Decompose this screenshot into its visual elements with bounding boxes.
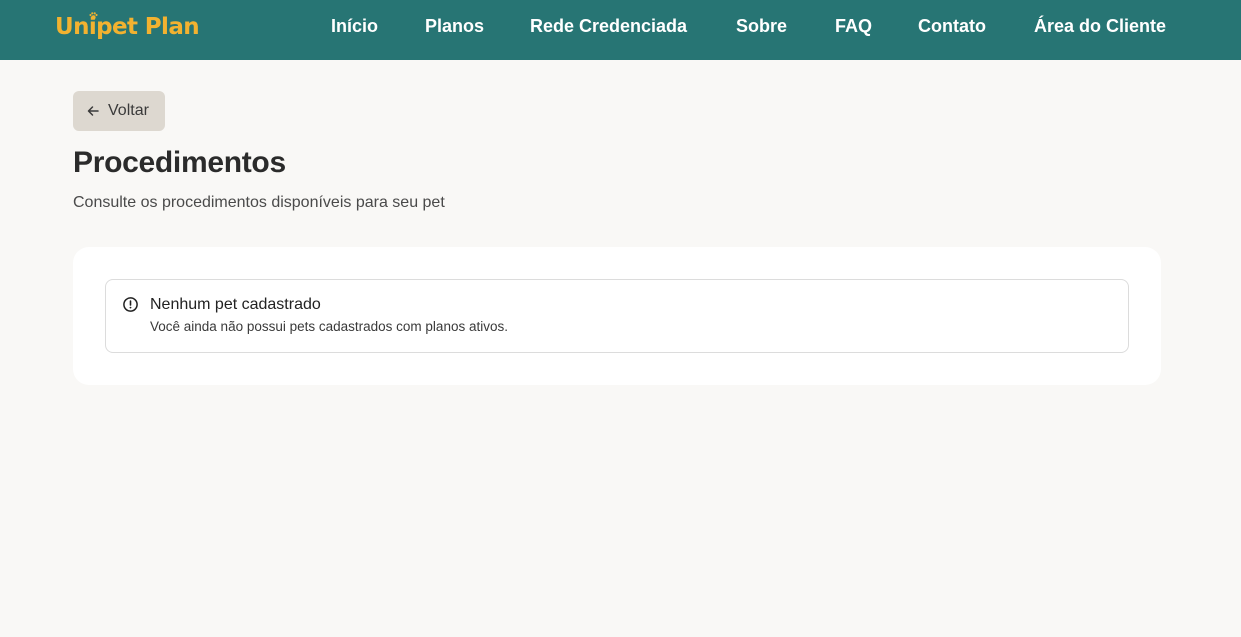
alert-circle-icon	[123, 297, 138, 312]
brand-logo[interactable]: Unipet Plan	[55, 11, 200, 43]
nav-item-inicio[interactable]: Início	[331, 16, 378, 37]
alert-description: Você ainda não possui pets cadastrados c…	[150, 319, 508, 334]
page-subtitle: Consulte os procedimentos disponíveis pa…	[73, 194, 445, 211]
paw-icon	[89, 12, 98, 20]
nav-item-faq[interactable]: FAQ	[835, 16, 872, 37]
brand-name: Unipet Plan	[55, 14, 200, 40]
page-title: Procedimentos	[73, 146, 286, 179]
back-button-label: Voltar	[108, 102, 149, 119]
alert-title: Nenhum pet cadastrado	[150, 296, 321, 313]
nav-item-rede-credenciada[interactable]: Rede Credenciada	[530, 16, 687, 37]
nav-item-contato[interactable]: Contato	[918, 16, 986, 37]
back-button[interactable]: Voltar	[73, 91, 165, 131]
empty-state-alert: Nenhum pet cadastrado Você ainda não pos…	[105, 279, 1129, 353]
arrow-left-icon	[87, 106, 99, 116]
nav-item-area-do-cliente[interactable]: Área do Cliente	[1034, 16, 1166, 37]
nav-item-sobre[interactable]: Sobre	[736, 16, 787, 37]
procedures-card: Nenhum pet cadastrado Você ainda não pos…	[73, 247, 1161, 385]
top-navigation-bar: Unipet Plan Início Planos Rede Credencia…	[0, 0, 1241, 60]
nav-item-planos[interactable]: Planos	[425, 16, 484, 37]
